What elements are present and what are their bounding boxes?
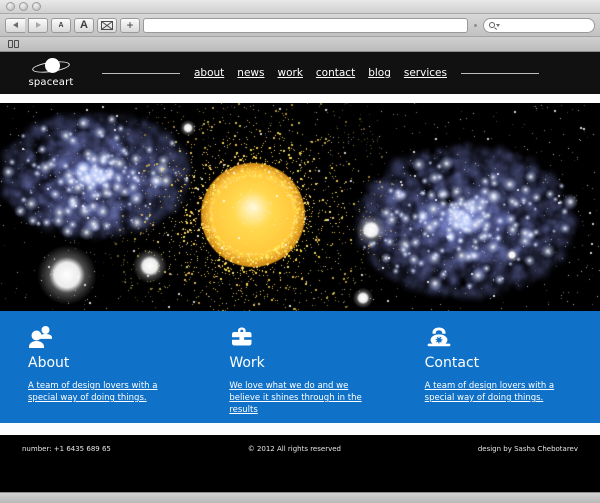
hero-banner (0, 103, 600, 311)
browser-titlebar (0, 0, 600, 14)
window-bottom-edge (0, 492, 600, 503)
footer-credit: design by Sasha Chebotarev (477, 445, 578, 453)
browser-toolbar: A A + (0, 14, 600, 37)
text-larger-button[interactable]: A (74, 17, 94, 33)
chevron-down-icon (496, 23, 500, 27)
arrow-right-icon (35, 22, 41, 28)
header-rule-left (102, 72, 180, 74)
arrow-left-icon (13, 22, 18, 28)
header-divider-strip (0, 94, 600, 103)
nav-item-news[interactable]: news (237, 67, 264, 79)
header-rule-right (460, 72, 539, 74)
address-bar[interactable] (143, 17, 468, 33)
close-button[interactable] (6, 2, 15, 11)
feature-link-contact[interactable]: A team of design lovers with a special w… (425, 380, 575, 404)
text-larger-label: A (80, 19, 88, 31)
footer-phone: number: +1 6435 689 65 (22, 445, 111, 453)
minimize-button[interactable] (19, 2, 28, 11)
bookmarks-bar (0, 37, 600, 52)
space-illustration (0, 103, 600, 311)
add-bookmark-button[interactable]: + (120, 17, 140, 33)
feature-card-work[interactable]: Work We love what we do and we believe i… (203, 325, 404, 423)
text-smaller-label: A (58, 21, 64, 29)
nav-item-contact[interactable]: contact (316, 67, 355, 79)
search-input[interactable] (483, 17, 595, 33)
feature-title-work: Work (229, 355, 265, 371)
briefcase-icon (229, 325, 404, 349)
text-smaller-button[interactable]: A (51, 17, 71, 33)
planet-with-ring-icon (31, 58, 71, 76)
feature-link-about[interactable]: A team of design lovers with a special w… (28, 380, 178, 404)
feature-link-work[interactable]: We love what we do and we believe it shi… (229, 380, 379, 416)
site-logo[interactable]: spaceart (20, 58, 82, 88)
back-button[interactable] (5, 17, 25, 33)
feature-card-contact[interactable]: Contact A team of design lovers with a s… (405, 325, 600, 423)
browser-window: A A + spaceart about news work contact b… (0, 0, 600, 503)
feature-title-contact: Contact (424, 355, 480, 371)
toolbar-separator-dot (474, 23, 477, 27)
reader-button[interactable] (97, 17, 117, 33)
plus-icon: + (126, 18, 134, 32)
nav-item-about[interactable]: about (194, 67, 224, 79)
site-header: spaceart about news work contact blog se… (0, 52, 600, 94)
footer-copyright: © 2012 All rights reserved (247, 445, 341, 453)
telephone-icon (425, 325, 600, 349)
main-nav: about news work contact blog services (194, 67, 447, 79)
feature-section: About A team of design lovers with a spe… (0, 311, 600, 423)
users-icon (28, 325, 203, 349)
feature-card-about[interactable]: About A team of design lovers with a spe… (0, 325, 203, 423)
nav-item-services[interactable]: services (404, 67, 447, 79)
logo-text: spaceart (28, 77, 74, 88)
web-page: spaceart about news work contact blog se… (0, 52, 600, 492)
reader-icon (101, 20, 113, 30)
nav-item-blog[interactable]: blog (368, 67, 391, 79)
forward-button[interactable] (28, 17, 48, 33)
window-controls (6, 2, 41, 11)
section-gap (0, 423, 600, 435)
nav-item-work[interactable]: work (277, 67, 302, 79)
feature-title-about: About (28, 355, 70, 371)
zoom-button[interactable] (32, 2, 41, 11)
book-icon[interactable] (8, 40, 19, 48)
search-icon (489, 22, 495, 28)
